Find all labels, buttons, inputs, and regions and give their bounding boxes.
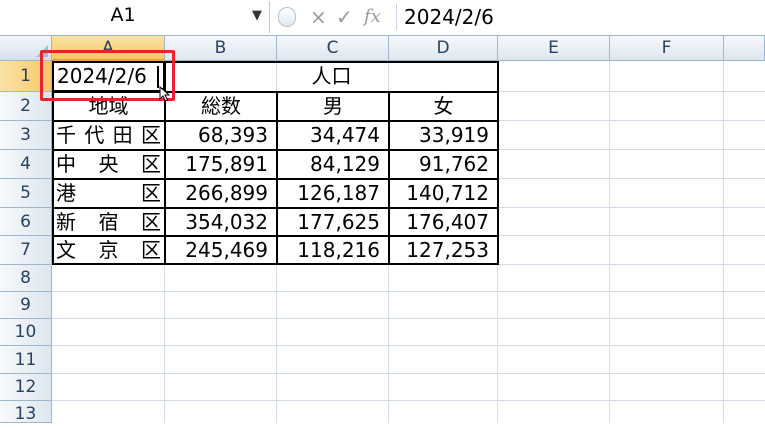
cell-male[interactable]: 177,625 — [277, 208, 389, 236]
region-char: 田 — [112, 123, 133, 147]
cell-total[interactable]: 354,032 — [165, 208, 277, 236]
cell-female[interactable]: 33,919 — [389, 121, 498, 150]
table-border — [276, 91, 278, 265]
cell-female[interactable]: 127,253 — [389, 236, 498, 265]
column-header-c[interactable]: C — [277, 36, 389, 61]
cell-total[interactable]: 266,899 — [165, 179, 277, 208]
mouse-cursor-icon — [159, 86, 171, 102]
row-header-4[interactable]: 4 — [0, 150, 52, 179]
region-char: 央 — [98, 152, 119, 176]
row-header-13[interactable]: 13 — [0, 401, 52, 424]
cell-male[interactable]: 84,129 — [277, 150, 389, 179]
column-header-d[interactable]: D — [389, 36, 498, 61]
cell-header-total[interactable]: 総数 — [165, 92, 277, 121]
table-border — [497, 61, 499, 265]
row-header-5[interactable]: 5 — [0, 179, 52, 208]
gridline-h — [52, 345, 765, 346]
cell-female[interactable]: 176,407 — [389, 208, 498, 236]
cell-total[interactable]: 68,393 — [165, 121, 277, 150]
region-char: 京 — [98, 238, 119, 262]
region-char: 中 — [56, 152, 76, 176]
gridline-h — [52, 291, 765, 292]
formula-tools: × ✓ fx — [278, 4, 390, 30]
row-header-3[interactable]: 3 — [0, 121, 52, 150]
gridline-h — [52, 400, 765, 401]
row-header-6[interactable]: 6 — [0, 208, 52, 236]
cell-region[interactable]: 新 宿 区 — [52, 208, 165, 236]
cell-region[interactable]: 港 区 — [52, 179, 165, 208]
annotation-highlight-box — [40, 50, 175, 101]
formula-bar-grip-icon[interactable] — [278, 7, 296, 27]
insert-function-icon[interactable]: fx — [364, 4, 381, 30]
cell-region[interactable]: 文 京 区 — [52, 236, 165, 265]
region-char: 宿 — [98, 210, 119, 234]
enter-icon[interactable]: ✓ — [336, 4, 353, 30]
cell-male[interactable]: 126,187 — [277, 179, 389, 208]
cancel-icon[interactable]: × — [310, 4, 327, 30]
region-char: 区 — [141, 181, 161, 205]
region-char: 区 — [141, 210, 161, 234]
gridline-v — [609, 61, 610, 423]
gridline-v — [723, 61, 724, 423]
name-box-value: A1 — [110, 4, 136, 26]
table-border — [388, 91, 390, 265]
formula-bar-divider — [396, 4, 397, 30]
cell-total[interactable]: 245,469 — [165, 236, 277, 265]
region-char: 港 — [56, 181, 76, 205]
cell-region[interactable]: 千 代 田 区 — [52, 121, 165, 150]
column-header-f[interactable]: F — [610, 36, 724, 61]
column-header-g[interactable] — [724, 36, 765, 61]
row-header-10[interactable]: 10 — [0, 319, 52, 346]
region-char: 区 — [140, 123, 161, 147]
name-box-dropdown-icon[interactable]: ▼ — [252, 8, 262, 23]
region-char: 区 — [141, 152, 161, 176]
row-header-7[interactable]: 7 — [0, 236, 52, 265]
gridline-h — [52, 373, 765, 374]
row-header-12[interactable]: 12 — [0, 374, 52, 401]
cell-header-male[interactable]: 男 — [277, 92, 389, 121]
name-box[interactable]: A1 ▼ — [0, 1, 270, 33]
cell-male[interactable]: 34,474 — [277, 121, 389, 150]
cell-region[interactable]: 中 央 区 — [52, 150, 165, 179]
cell-b1-group-header[interactable]: 人口 — [165, 61, 498, 91]
formula-input[interactable]: 2024/2/6 — [404, 1, 762, 33]
row-header-9[interactable]: 9 — [0, 292, 52, 319]
gridline-h — [52, 318, 765, 319]
row-header-8[interactable]: 8 — [0, 265, 52, 292]
region-char: 千 — [56, 123, 76, 147]
column-header-e[interactable]: E — [498, 36, 610, 61]
region-char: 代 — [84, 123, 105, 147]
formula-bar: A1 ▼ × ✓ fx 2024/2/6 — [0, 0, 765, 36]
cell-female[interactable]: 91,762 — [389, 150, 498, 179]
cell-male[interactable]: 118,216 — [277, 236, 389, 265]
row-header-11[interactable]: 11 — [0, 346, 52, 374]
cell-total[interactable]: 175,891 — [165, 150, 277, 179]
cell-female[interactable]: 140,712 — [389, 179, 498, 208]
column-header-b[interactable]: B — [165, 36, 277, 61]
cell-header-female[interactable]: 女 — [389, 92, 498, 121]
region-char: 区 — [141, 238, 161, 262]
region-char: 文 — [56, 238, 76, 262]
region-char: 新 — [56, 210, 76, 234]
